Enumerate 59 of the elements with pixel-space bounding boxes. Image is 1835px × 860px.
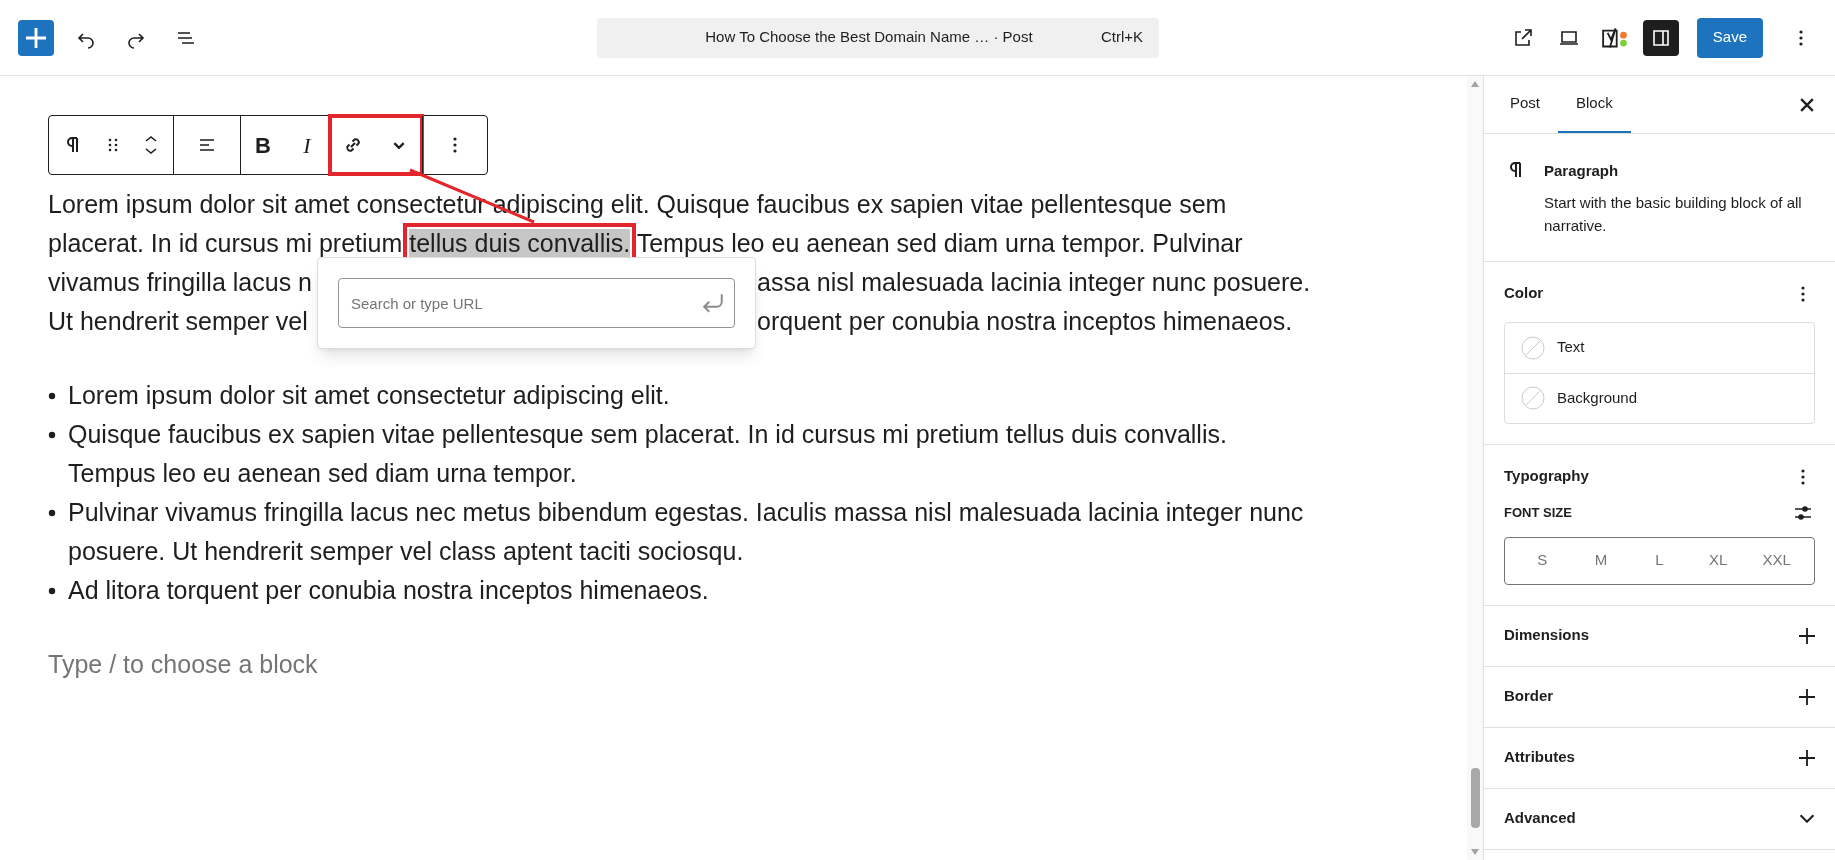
paragraph-line: Ut hendrerit semper vel — [48, 307, 308, 335]
paragraph-line: assa nisl malesuada lacinia integer nunc posuere. — [757, 267, 1311, 298]
italic-button[interactable]: I — [285, 116, 329, 174]
sidebar-toggle-button[interactable] — [1642, 19, 1679, 56]
sidebar-tab[interactable]: Block — [1558, 76, 1631, 133]
plus-icon — [1799, 688, 1815, 705]
plus-icon — [1799, 627, 1815, 644]
more-options-icon — [1801, 285, 1805, 302]
no-color-icon — [1521, 386, 1545, 410]
save-button[interactable]: Save — [1696, 17, 1763, 58]
paragraph-line: orquent per conubia nostra inceptos himenaeos. — [757, 306, 1293, 337]
bullet-icon — [48, 509, 56, 517]
command-bar[interactable]: How To Choose the Best Domain Name … · Post Ctrl+K — [597, 17, 1159, 58]
chevron-down-icon — [1799, 814, 1815, 823]
list-item-text: Quisque faucibus ex sapien vitae pellentesque sem placerat. In id cursus mi pretium tellus duis convallis. Tempus leo eu aenean sed diam urna tempor. — [68, 419, 1228, 489]
paragraph-line: placerat. In id cursus mi pretium tellus duis convallis. Tempus leo eu aenean sed diam urna tempor. Pulvinar — [48, 229, 1243, 257]
list-item-text: Lorem ipsum dolor sit amet consectetur adipiscing elit. — [68, 380, 671, 411]
chevron-down-icon — [393, 141, 405, 149]
paragraph-line: Lorem ipsum dolor sit amet consectetur adipiscing elit. Quisque faucibus ex sapien vitae pellentesque sem — [48, 190, 1227, 218]
list-item-text: Pulvinar vivamus fringilla lacus nec metus bibendum egestas. Iaculis massa nisl malesuada lacinia integer nunc posuere. Ut hendrerit semper vel class aptent taciti sociosqu. — [68, 497, 1305, 567]
bullet-icon — [48, 392, 56, 400]
add-block-button[interactable] — [18, 19, 54, 56]
scrollbar-thumb[interactable] — [1470, 768, 1480, 828]
paragraph-line: vivamus fringilla lacus n — [48, 268, 312, 296]
bullet-icon — [48, 587, 56, 595]
close-icon — [1800, 97, 1814, 112]
list-item-text: Ad litora torquent per conubia nostra inceptos himenaeos. — [68, 575, 710, 606]
color-setting-item[interactable]: Background — [1505, 372, 1814, 423]
bold-button[interactable]: B — [241, 116, 285, 174]
no-color-icon — [1521, 335, 1545, 360]
panel-toggle[interactable]: Advanced — [1484, 788, 1835, 850]
panel-toggle[interactable]: Border — [1484, 666, 1835, 728]
plus-icon — [1799, 749, 1815, 766]
panel-title: Color — [1504, 283, 1544, 304]
plus-icon — [26, 27, 46, 48]
font-size-option[interactable]: S — [1513, 542, 1572, 579]
panel-title: Typography — [1504, 466, 1589, 487]
sliders-icon — [1794, 505, 1812, 520]
font-size-option[interactable]: L — [1630, 542, 1689, 579]
block-description: Start with the basic building block of all narrative. — [1544, 192, 1803, 236]
block-title: Paragraph — [1544, 161, 1620, 181]
panel-toggle[interactable]: Attributes — [1484, 727, 1835, 789]
font-size-option[interactable]: M — [1571, 542, 1631, 579]
sidebar-tab[interactable]: Post — [1492, 76, 1558, 133]
new-block-field[interactable]: Type / to choose a block — [48, 645, 648, 684]
font-size-option[interactable]: XL — [1688, 542, 1748, 579]
shortcut-hint: Ctrl+K — [1100, 27, 1143, 48]
url-search-field[interactable]: Search or type URL — [338, 278, 735, 328]
color-setting-item[interactable]: Text — [1505, 322, 1814, 373]
font-size-option[interactable]: XXL — [1747, 542, 1806, 579]
enter-icon — [703, 293, 723, 313]
more-options-icon — [1799, 29, 1803, 46]
bullet-icon — [48, 431, 56, 439]
document-title: How To Choose the Best Domain Name … · Post — [704, 27, 1034, 48]
panel-toggle[interactable]: Dimensions — [1484, 605, 1835, 667]
more-options-icon — [1801, 468, 1805, 485]
more-options-icon — [453, 137, 457, 153]
seo-logo-icon — [1601, 26, 1628, 49]
font-size-label: FONT SIZE — [1504, 503, 1572, 522]
